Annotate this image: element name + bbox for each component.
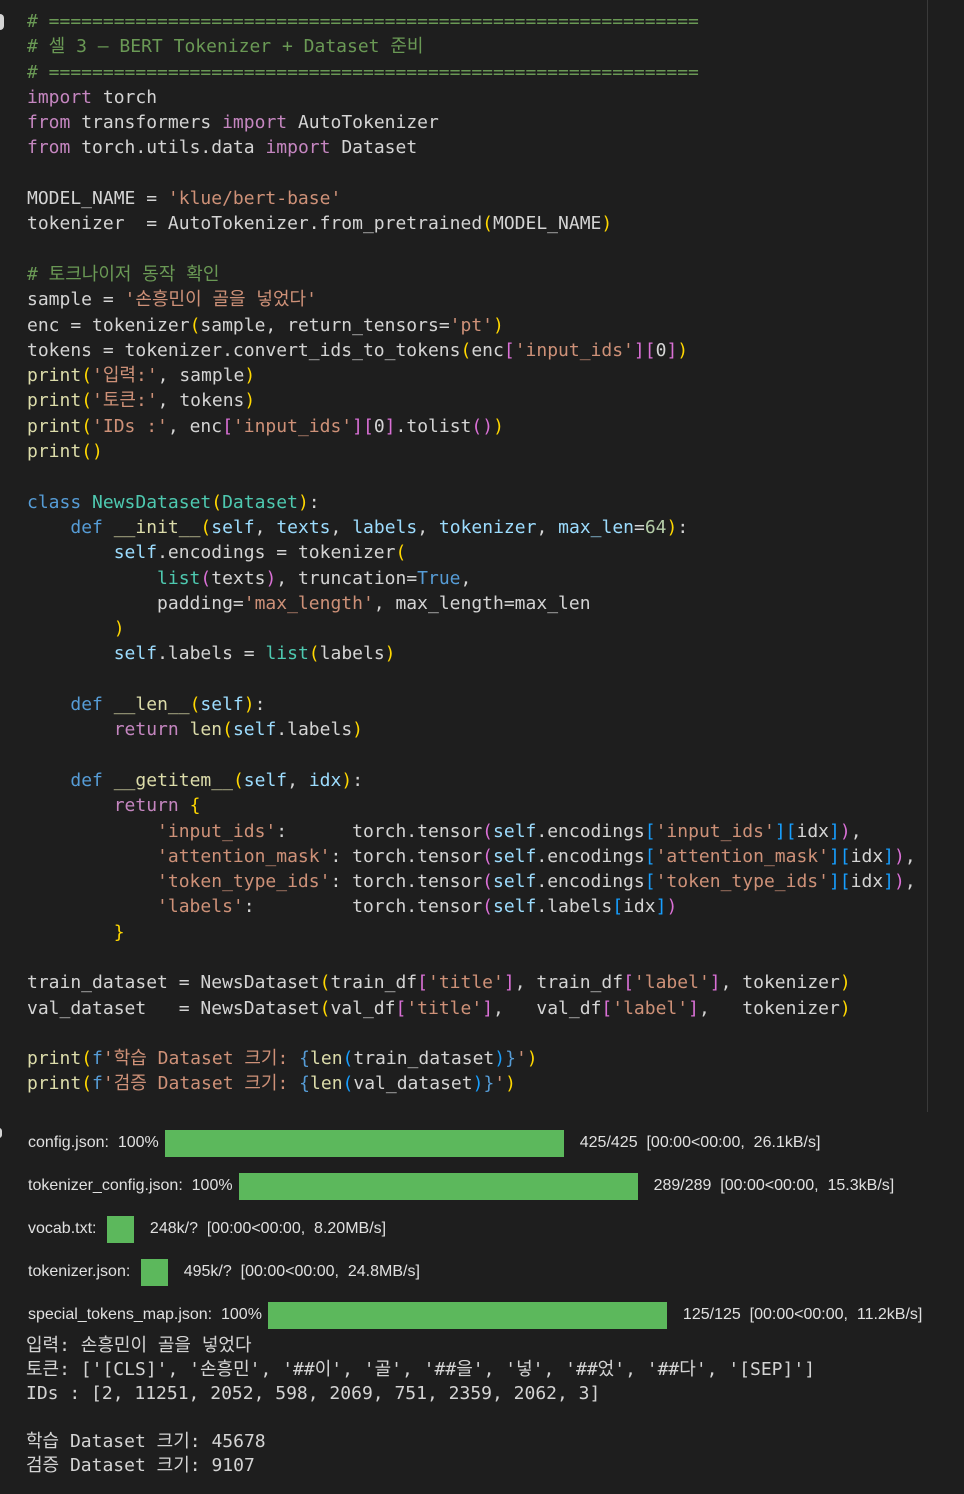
progress-label: vocab.txt: [28,1220,101,1237]
code-line-11: # 토크나이저 동작 확인 [27,263,220,285]
code-line-3: # ======================================… [27,61,699,83]
output-indicator [0,1128,2,1138]
code-line-25: ) [113,618,125,640]
progress-stats: 425/425 [00:00<00:00, 26.1kB/s] [579,1134,821,1151]
progress-label: tokenizer_config.json: 100% [28,1177,233,1194]
code-line-22: self.encodings = tokenizer( [113,542,407,564]
code-line-34: 'attention_mask': torch.tensor(self.enco… [157,845,916,867]
code-line-39: train_dataset = NewsDataset(train_df['ti… [27,972,851,994]
code-line-15: print('입력:', sample) [27,365,256,387]
code-line-1: # ======================================… [27,11,699,32]
code-line-40: val_dataset = NewsDataset(val_df['title'… [27,997,851,1019]
progress-bar [238,1172,638,1200]
progress-stats: 125/125 [00:00<00:00, 11.2kB/s] [682,1306,923,1323]
code-line-18: print() [27,441,103,463]
cell-output: config.json: 100% 425/425 [00:00<00:00, … [0,1112,964,1494]
code-line-32: return { [113,795,201,817]
progress-stats: 248k/? [00:00<00:00, 8.20MB/s] [149,1220,387,1237]
code-editor[interactable]: # ======================================… [27,9,916,1097]
stdout-tokens-line: 토큰: ['[CLS]', '손흥민', '##이', '골', '##을', … [26,1359,816,1380]
progress-tokenizer-json: tokenizer.json: 495k/? [00:00<00:00, 24.… [28,1258,420,1286]
code-line-6: from torch.utils.data import Dataset [27,137,418,159]
code-cell[interactable]: # ======================================… [0,0,928,1112]
code-line-4: import torch [27,86,158,108]
progress-stats: 495k/? [00:00<00:00, 24.8MB/s] [183,1263,420,1280]
code-line-36: 'labels': torch.tensor(self.labels[idx]) [157,896,678,918]
code-line-35: 'token_type_ids': torch.tensor(self.enco… [157,871,916,893]
code-line-2: # 셀 3 — BERT Tokenizer + Dataset 준비 [27,36,424,58]
code-line-5: from transformers import AutoTokenizer [27,112,439,134]
progress-config-json: config.json: 100% 425/425 [00:00<00:00, … [28,1129,820,1157]
code-line-23: list(texts), truncation=True, [157,567,472,589]
progress-special-tokens-map-json: special_tokens_map.json: 100% 125/125 [0… [28,1301,922,1329]
code-line-33: 'input_ids': torch.tensor(self.encodings… [157,820,862,842]
code-line-12: sample = '손흥민이 골을 넣었다' [27,289,317,311]
code-line-17: print('IDs :', enc['input_ids'][0].tolis… [27,415,504,437]
code-line-13: enc = tokenizer(sample, return_tensors='… [27,314,504,336]
progress-label: tokenizer.json: [28,1263,135,1280]
stdout-ids-line: IDs : [2, 11251, 2052, 598, 2069, 751, 2… [26,1383,601,1404]
stdout-blank [26,1406,815,1430]
progress-bar [267,1301,667,1329]
code-line-16: print('토큰:', tokens) [27,390,256,412]
progress-label: special_tokens_map.json: 100% [28,1306,262,1323]
stdout-val-size: 검증 Dataset 크기: 9107 [26,1455,255,1476]
code-line-42: print(f'학습 Dataset 크기: {len(train_datase… [27,1048,538,1070]
code-line-37: } [113,921,125,943]
code-line-20: class NewsDataset(Dataset): [27,491,320,513]
code-line-9: tokenizer = AutoTokenizer.from_pretraine… [27,213,613,235]
stdout-input-line: 입력: 손흥민이 골을 넣었다 [26,1335,252,1356]
code-line-29: return len(self.labels) [113,719,363,741]
progress-stats: 289/289 [00:00<00:00, 15.3kB/s] [653,1177,895,1194]
code-line-14: tokens = tokenizer.convert_ids_to_tokens… [27,339,689,361]
code-line-31: def __getitem__(self, idx): [70,769,364,791]
code-line-26: self.labels = list(labels) [113,643,396,665]
progress-label: config.json: 100% [28,1134,159,1151]
progress-vocab-txt: vocab.txt: 248k/? [00:00<00:00, 8.20MB/s… [28,1215,386,1243]
code-line-8: MODEL_NAME = 'klue/bert-base' [27,188,342,210]
progress-bar [106,1215,134,1243]
progress-tokenizer-config-json: tokenizer_config.json: 100% 289/289 [00:… [28,1172,894,1200]
progress-bar [164,1129,564,1157]
code-line-43: print(f'검증 Dataset 크기: {len(val_dataset)… [27,1073,516,1095]
progress-bar [140,1258,168,1286]
code-line-21: def __init__(self, texts, labels, tokeni… [70,516,689,538]
stdout-text: 입력: 손흥민이 골을 넣었다 토큰: ['[CLS]', '손흥민', '##… [26,1334,815,1478]
stdout-train-size: 학습 Dataset 크기: 45678 [26,1431,266,1452]
cell-run-indicator [0,14,4,30]
code-line-28: def __len__(self): [70,694,266,716]
code-line-24: padding='max_length', max_length=max_len [27,592,591,614]
